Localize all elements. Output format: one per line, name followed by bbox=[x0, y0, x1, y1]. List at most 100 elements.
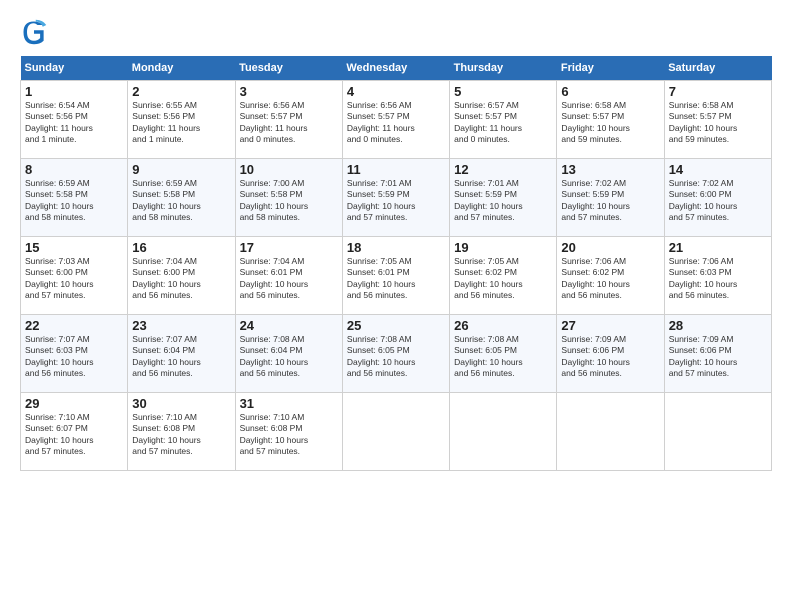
day-number: 16 bbox=[132, 240, 230, 255]
calendar-week-row: 15Sunrise: 7:03 AM Sunset: 6:00 PM Dayli… bbox=[21, 237, 772, 315]
calendar-day-header: Saturday bbox=[664, 56, 771, 81]
page-container: SundayMondayTuesdayWednesdayThursdayFrid… bbox=[0, 0, 792, 481]
day-info: Sunrise: 6:58 AM Sunset: 5:57 PM Dayligh… bbox=[669, 100, 767, 146]
day-info: Sunrise: 7:10 AM Sunset: 6:08 PM Dayligh… bbox=[132, 412, 230, 458]
day-info: Sunrise: 7:06 AM Sunset: 6:03 PM Dayligh… bbox=[669, 256, 767, 302]
calendar-week-row: 1Sunrise: 6:54 AM Sunset: 5:56 PM Daylig… bbox=[21, 81, 772, 159]
calendar-cell: 11Sunrise: 7:01 AM Sunset: 5:59 PM Dayli… bbox=[342, 159, 449, 237]
day-number: 15 bbox=[25, 240, 123, 255]
day-number: 25 bbox=[347, 318, 445, 333]
day-info: Sunrise: 7:04 AM Sunset: 6:00 PM Dayligh… bbox=[132, 256, 230, 302]
day-info: Sunrise: 7:07 AM Sunset: 6:03 PM Dayligh… bbox=[25, 334, 123, 380]
day-info: Sunrise: 7:07 AM Sunset: 6:04 PM Dayligh… bbox=[132, 334, 230, 380]
calendar-cell bbox=[450, 393, 557, 471]
calendar-cell: 1Sunrise: 6:54 AM Sunset: 5:56 PM Daylig… bbox=[21, 81, 128, 159]
day-info: Sunrise: 6:54 AM Sunset: 5:56 PM Dayligh… bbox=[25, 100, 123, 146]
calendar-cell: 8Sunrise: 6:59 AM Sunset: 5:58 PM Daylig… bbox=[21, 159, 128, 237]
calendar-cell: 9Sunrise: 6:59 AM Sunset: 5:58 PM Daylig… bbox=[128, 159, 235, 237]
calendar-cell: 19Sunrise: 7:05 AM Sunset: 6:02 PM Dayli… bbox=[450, 237, 557, 315]
page-header bbox=[20, 18, 772, 46]
calendar-cell: 31Sunrise: 7:10 AM Sunset: 6:08 PM Dayli… bbox=[235, 393, 342, 471]
day-number: 11 bbox=[347, 162, 445, 177]
day-info: Sunrise: 7:08 AM Sunset: 6:04 PM Dayligh… bbox=[240, 334, 338, 380]
day-info: Sunrise: 7:10 AM Sunset: 6:07 PM Dayligh… bbox=[25, 412, 123, 458]
day-number: 21 bbox=[669, 240, 767, 255]
day-number: 17 bbox=[240, 240, 338, 255]
day-number: 13 bbox=[561, 162, 659, 177]
calendar-cell: 27Sunrise: 7:09 AM Sunset: 6:06 PM Dayli… bbox=[557, 315, 664, 393]
calendar-cell: 2Sunrise: 6:55 AM Sunset: 5:56 PM Daylig… bbox=[128, 81, 235, 159]
calendar-cell: 20Sunrise: 7:06 AM Sunset: 6:02 PM Dayli… bbox=[557, 237, 664, 315]
calendar-cell bbox=[557, 393, 664, 471]
logo-icon bbox=[20, 18, 48, 46]
day-info: Sunrise: 6:59 AM Sunset: 5:58 PM Dayligh… bbox=[132, 178, 230, 224]
day-number: 8 bbox=[25, 162, 123, 177]
calendar-week-row: 29Sunrise: 7:10 AM Sunset: 6:07 PM Dayli… bbox=[21, 393, 772, 471]
day-info: Sunrise: 6:55 AM Sunset: 5:56 PM Dayligh… bbox=[132, 100, 230, 146]
calendar-cell: 12Sunrise: 7:01 AM Sunset: 5:59 PM Dayli… bbox=[450, 159, 557, 237]
calendar-table: SundayMondayTuesdayWednesdayThursdayFrid… bbox=[20, 56, 772, 471]
calendar-cell: 4Sunrise: 6:56 AM Sunset: 5:57 PM Daylig… bbox=[342, 81, 449, 159]
day-number: 14 bbox=[669, 162, 767, 177]
day-number: 5 bbox=[454, 84, 552, 99]
day-number: 10 bbox=[240, 162, 338, 177]
calendar-cell bbox=[664, 393, 771, 471]
calendar-cell: 17Sunrise: 7:04 AM Sunset: 6:01 PM Dayli… bbox=[235, 237, 342, 315]
calendar-week-row: 8 Sunrise: 6:59 AM Sunset: 5:58 PM Daylig… bbox=[21, 159, 772, 237]
day-number: 12 bbox=[454, 162, 552, 177]
day-number: 6 bbox=[561, 84, 659, 99]
day-info: Sunrise: 7:01 AM Sunset: 5:59 PM Dayligh… bbox=[347, 178, 445, 224]
day-number: 28 bbox=[669, 318, 767, 333]
day-info: Sunrise: 6:58 AM Sunset: 5:57 PM Dayligh… bbox=[561, 100, 659, 146]
calendar-header-row: SundayMondayTuesdayWednesdayThursdayFrid… bbox=[21, 56, 772, 81]
calendar-day-header: Sunday bbox=[21, 56, 128, 81]
calendar-cell: 25Sunrise: 7:08 AM Sunset: 6:05 PM Dayli… bbox=[342, 315, 449, 393]
day-number: 26 bbox=[454, 318, 552, 333]
calendar-cell: 14Sunrise: 7:02 AM Sunset: 6:00 PM Dayli… bbox=[664, 159, 771, 237]
day-info: Sunrise: 6:56 AM Sunset: 5:57 PM Dayligh… bbox=[347, 100, 445, 146]
calendar-cell: 5Sunrise: 6:57 AM Sunset: 5:57 PM Daylig… bbox=[450, 81, 557, 159]
day-info: Sunrise: 7:04 AM Sunset: 6:01 PM Dayligh… bbox=[240, 256, 338, 302]
calendar-day-header: Thursday bbox=[450, 56, 557, 81]
day-info: Sunrise: 7:00 AM Sunset: 5:58 PM Dayligh… bbox=[240, 178, 338, 224]
calendar-cell: 18Sunrise: 7:05 AM Sunset: 6:01 PM Dayli… bbox=[342, 237, 449, 315]
calendar-cell: 15Sunrise: 7:03 AM Sunset: 6:00 PM Dayli… bbox=[21, 237, 128, 315]
day-number: 24 bbox=[240, 318, 338, 333]
calendar-cell: 16Sunrise: 7:04 AM Sunset: 6:00 PM Dayli… bbox=[128, 237, 235, 315]
day-info: Sunrise: 7:08 AM Sunset: 6:05 PM Dayligh… bbox=[347, 334, 445, 380]
calendar-cell: 6Sunrise: 6:58 AM Sunset: 5:57 PM Daylig… bbox=[557, 81, 664, 159]
calendar-day-header: Wednesday bbox=[342, 56, 449, 81]
day-number: 22 bbox=[25, 318, 123, 333]
day-number: 30 bbox=[132, 396, 230, 411]
day-number: 3 bbox=[240, 84, 338, 99]
day-info: Sunrise: 7:02 AM Sunset: 5:59 PM Dayligh… bbox=[561, 178, 659, 224]
day-number: 20 bbox=[561, 240, 659, 255]
calendar-cell: 30Sunrise: 7:10 AM Sunset: 6:08 PM Dayli… bbox=[128, 393, 235, 471]
logo bbox=[20, 18, 52, 46]
day-number: 9 bbox=[132, 162, 230, 177]
day-number: 18 bbox=[347, 240, 445, 255]
calendar-day-header: Friday bbox=[557, 56, 664, 81]
calendar-day-header: Monday bbox=[128, 56, 235, 81]
calendar-cell: 26Sunrise: 7:08 AM Sunset: 6:05 PM Dayli… bbox=[450, 315, 557, 393]
calendar-cell: 28Sunrise: 7:09 AM Sunset: 6:06 PM Dayli… bbox=[664, 315, 771, 393]
day-info: Sunrise: 7:05 AM Sunset: 6:01 PM Dayligh… bbox=[347, 256, 445, 302]
day-info: Sunrise: 7:06 AM Sunset: 6:02 PM Dayligh… bbox=[561, 256, 659, 302]
calendar-cell: 3Sunrise: 6:56 AM Sunset: 5:57 PM Daylig… bbox=[235, 81, 342, 159]
calendar-cell: 29Sunrise: 7:10 AM Sunset: 6:07 PM Dayli… bbox=[21, 393, 128, 471]
calendar-cell: 7Sunrise: 6:58 AM Sunset: 5:57 PM Daylig… bbox=[664, 81, 771, 159]
calendar-cell: 22Sunrise: 7:07 AM Sunset: 6:03 PM Dayli… bbox=[21, 315, 128, 393]
day-number: 31 bbox=[240, 396, 338, 411]
day-number: 23 bbox=[132, 318, 230, 333]
day-info: Sunrise: 7:09 AM Sunset: 6:06 PM Dayligh… bbox=[669, 334, 767, 380]
day-number: 7 bbox=[669, 84, 767, 99]
day-info: Sunrise: 7:05 AM Sunset: 6:02 PM Dayligh… bbox=[454, 256, 552, 302]
day-info: Sunrise: 6:56 AM Sunset: 5:57 PM Dayligh… bbox=[240, 100, 338, 146]
day-info: Sunrise: 7:01 AM Sunset: 5:59 PM Dayligh… bbox=[454, 178, 552, 224]
calendar-cell: 13Sunrise: 7:02 AM Sunset: 5:59 PM Dayli… bbox=[557, 159, 664, 237]
calendar-cell: 24Sunrise: 7:08 AM Sunset: 6:04 PM Dayli… bbox=[235, 315, 342, 393]
day-number: 4 bbox=[347, 84, 445, 99]
day-number: 19 bbox=[454, 240, 552, 255]
calendar-cell bbox=[342, 393, 449, 471]
day-number: 29 bbox=[25, 396, 123, 411]
